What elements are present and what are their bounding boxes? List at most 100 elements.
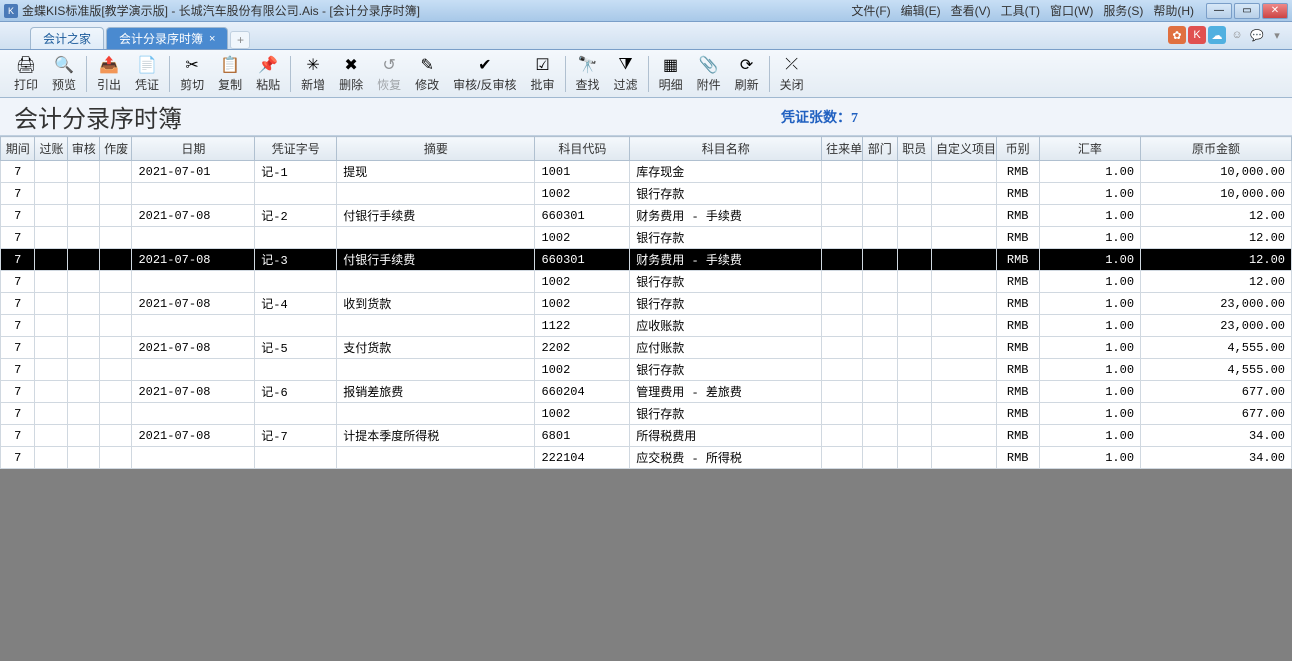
table-row[interactable]: 71122应收账款RMB1.0023,000.00 [1, 315, 1292, 337]
cell: 10,000.00 [1141, 183, 1292, 205]
column-header[interactable]: 部门 [863, 137, 897, 161]
tool-凭证[interactable]: 📄凭证 [129, 52, 165, 96]
table-row[interactable]: 72021-07-08记-3付银行手续费660301财务费用 - 手续费RMB1… [1, 249, 1292, 271]
column-header[interactable]: 自定义项目 [931, 137, 996, 161]
menu-item[interactable]: 工具(T) [997, 2, 1044, 19]
cell: 应收账款 [630, 315, 822, 337]
column-header[interactable]: 币别 [996, 137, 1039, 161]
tool-关闭[interactable]: ⤫关闭 [774, 52, 810, 96]
tool-粘贴[interactable]: 📌粘贴 [250, 52, 286, 96]
table-row[interactable]: 72021-07-08记-2付银行手续费660301财务费用 - 手续费RMB1… [1, 205, 1292, 227]
table-row[interactable]: 72021-07-08记-6报销差旅费660204管理费用 - 差旅费RMB1.… [1, 381, 1292, 403]
cell [67, 381, 99, 403]
table-row[interactable]: 72021-07-08记-4收到货款1002银行存款RMB1.0023,000.… [1, 293, 1292, 315]
cell: 1002 [535, 183, 630, 205]
cell: 记-7 [255, 425, 337, 447]
table-row[interactable]: 72021-07-08记-5支付货款2202应付账款RMB1.004,555.0… [1, 337, 1292, 359]
column-header[interactable]: 作废 [100, 137, 132, 161]
column-header[interactable]: 审核 [67, 137, 99, 161]
tool-过滤[interactable]: ⧩过滤 [608, 52, 644, 96]
menu-item[interactable]: 查看(V) [947, 2, 995, 19]
column-header[interactable]: 科目代码 [535, 137, 630, 161]
tool-附件[interactable]: 📎附件 [691, 52, 727, 96]
tool-新增[interactable]: ✳新增 [295, 52, 331, 96]
cell [897, 447, 931, 469]
cell [897, 337, 931, 359]
tool-批审[interactable]: ☑批审 [525, 52, 561, 96]
table-row[interactable]: 7222104应交税费 - 所得税RMB1.0034.00 [1, 447, 1292, 469]
menu-item[interactable]: 文件(F) [847, 2, 894, 19]
column-header[interactable]: 科目名称 [630, 137, 822, 161]
cell [132, 359, 255, 381]
tool-删除[interactable]: ✖删除 [333, 52, 369, 96]
column-header[interactable]: 摘要 [337, 137, 535, 161]
cell: RMB [996, 381, 1039, 403]
tab-journal[interactable]: 会计分录序时簿 × [106, 27, 228, 49]
cell [100, 249, 132, 271]
cell [67, 315, 99, 337]
tool-打印[interactable]: 🖨打印 [8, 52, 44, 96]
menu-item[interactable]: 窗口(W) [1046, 2, 1097, 19]
tab-close-icon[interactable]: × [209, 33, 215, 45]
minimize-button[interactable]: — [1206, 3, 1232, 19]
tool-剪切[interactable]: ✂剪切 [174, 52, 210, 96]
column-header[interactable]: 职员 [897, 137, 931, 161]
tool-预览[interactable]: 🔍预览 [46, 52, 82, 96]
tool-明细[interactable]: ▦明细 [653, 52, 689, 96]
grid-container[interactable]: 期间过账审核作废日期凭证字号摘要科目代码科目名称往来单位部门职员自定义项目币别汇… [0, 136, 1292, 661]
column-header[interactable]: 过账 [35, 137, 67, 161]
tool-修改[interactable]: ✎修改 [409, 52, 445, 96]
dropdown-icon[interactable]: ▾ [1268, 26, 1286, 44]
smile-icon[interactable]: ☺ [1228, 26, 1246, 44]
tool-icon: ▦ [663, 55, 678, 75]
table-row[interactable]: 71002银行存款RMB1.00677.00 [1, 403, 1292, 425]
cell: 660204 [535, 381, 630, 403]
table-row[interactable]: 71002银行存款RMB1.0012.00 [1, 227, 1292, 249]
table-row[interactable]: 71002银行存款RMB1.0010,000.00 [1, 183, 1292, 205]
chat-icon[interactable]: 💬 [1248, 26, 1266, 44]
tool-审核/反审核[interactable]: ✔审核/反审核 [447, 52, 522, 96]
cell [897, 205, 931, 227]
cell [67, 183, 99, 205]
cell: 记-4 [255, 293, 337, 315]
service-icon-2[interactable]: K [1188, 26, 1206, 44]
close-button[interactable]: ✕ [1262, 3, 1288, 19]
tool-刷新[interactable]: ⟳刷新 [729, 52, 765, 96]
tool-复制[interactable]: 📋复制 [212, 52, 248, 96]
table-row[interactable]: 72021-07-01记-1提现1001库存现金RMB1.0010,000.00 [1, 161, 1292, 183]
table-row[interactable]: 71002银行存款RMB1.004,555.00 [1, 359, 1292, 381]
tab-add-button[interactable]: + [230, 31, 250, 49]
column-header[interactable]: 日期 [132, 137, 255, 161]
cell: 7 [1, 271, 35, 293]
column-header[interactable]: 往来单位 [822, 137, 863, 161]
cell: 7 [1, 249, 35, 271]
cell: 4,555.00 [1141, 359, 1292, 381]
maximize-button[interactable]: ▭ [1234, 3, 1260, 19]
table-row[interactable]: 72021-07-08记-7计提本季度所得税6801所得税费用RMB1.0034… [1, 425, 1292, 447]
journal-grid[interactable]: 期间过账审核作废日期凭证字号摘要科目代码科目名称往来单位部门职员自定义项目币别汇… [0, 136, 1292, 469]
column-header[interactable]: 期间 [1, 137, 35, 161]
cell: RMB [996, 161, 1039, 183]
menu-item[interactable]: 服务(S) [1099, 2, 1147, 19]
cell: 7 [1, 183, 35, 205]
tool-恢复: ↺恢复 [371, 52, 407, 96]
menu-item[interactable]: 编辑(E) [897, 2, 945, 19]
cell [863, 227, 897, 249]
cell: 12.00 [1141, 271, 1292, 293]
tool-引出[interactable]: 📤引出 [91, 52, 127, 96]
cell [67, 359, 99, 381]
column-header[interactable]: 汇率 [1039, 137, 1140, 161]
cell: 1.00 [1039, 161, 1140, 183]
tool-查找[interactable]: 🔭查找 [570, 52, 606, 96]
service-icon-3[interactable]: ☁ [1208, 26, 1226, 44]
column-header[interactable]: 原币金额 [1141, 137, 1292, 161]
toolbar: 🖨打印🔍预览📤引出📄凭证✂剪切📋复制📌粘贴✳新增✖删除↺恢复✎修改✔审核/反审核… [0, 50, 1292, 98]
column-header[interactable]: 凭证字号 [255, 137, 337, 161]
page-header: 会计分录序时簿 凭证张数：7 [0, 98, 1292, 136]
service-icon-1[interactable]: ✿ [1168, 26, 1186, 44]
tab-home[interactable]: 会计之家 [30, 27, 104, 49]
menu-item[interactable]: 帮助(H) [1149, 2, 1198, 19]
table-row[interactable]: 71002银行存款RMB1.0012.00 [1, 271, 1292, 293]
cell: 677.00 [1141, 381, 1292, 403]
tool-icon: 🔍 [54, 55, 74, 75]
